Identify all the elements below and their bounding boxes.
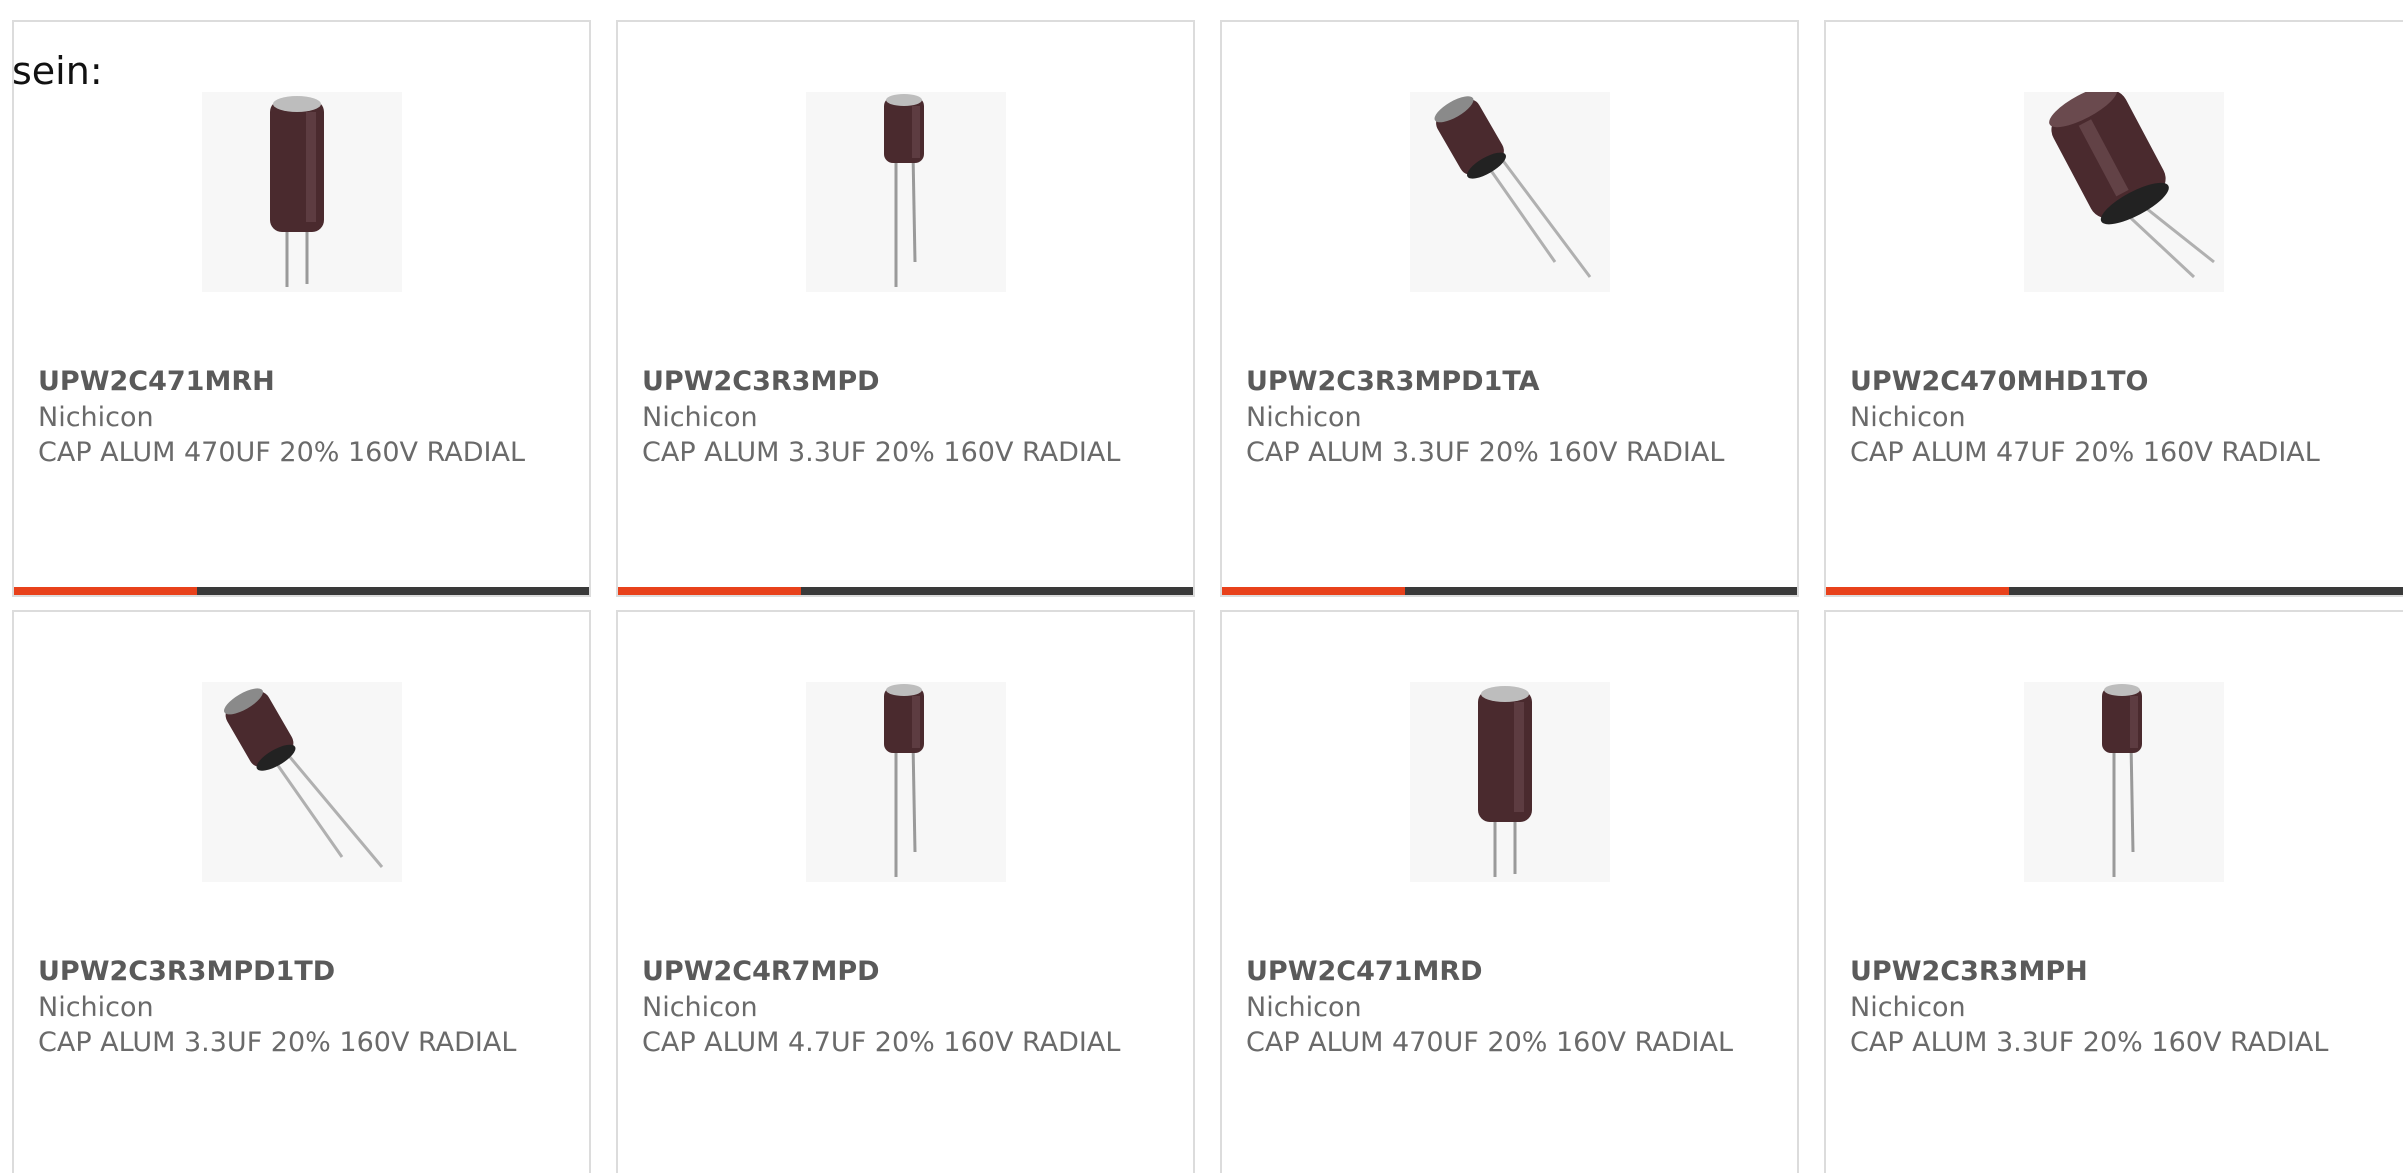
product-card[interactable]: UPW2C3R3MPD1TD Nichicon CAP ALUM 3.3UF 2…	[12, 610, 591, 1173]
product-card[interactable]: UPW2C470MHD1TO Nichicon CAP ALUM 47UF 20…	[1824, 20, 2403, 597]
product-image[interactable]	[805, 682, 1006, 882]
card-bar-accent	[1826, 587, 2009, 595]
part-number[interactable]: UPW2C471MRD	[1246, 956, 1483, 987]
capacitor-small-tilted-icon	[1434, 96, 1591, 278]
manufacturer: Nichicon	[38, 402, 154, 433]
capacitor-small-upright-icon	[2102, 684, 2142, 877]
manufacturer: Nichicon	[642, 402, 758, 433]
description: CAP ALUM 3.3UF 20% 160V RADIAL	[1850, 1027, 2329, 1058]
description: CAP ALUM 470UF 20% 160V RADIAL	[1246, 1027, 1733, 1058]
part-number[interactable]: UPW2C3R3MPH	[1850, 956, 2088, 987]
product-card[interactable]: UPW2C3R3MPH Nichicon CAP ALUM 3.3UF 20% …	[1824, 610, 2403, 1173]
part-number[interactable]: UPW2C471MRH	[38, 366, 275, 397]
product-image[interactable]	[2024, 92, 2224, 292]
product-image[interactable]	[1409, 682, 1610, 882]
manufacturer: Nichicon	[642, 992, 758, 1023]
product-card[interactable]: UPW2C3R3MPD1TA Nichicon CAP ALUM 3.3UF 2…	[1220, 20, 1799, 597]
product-image[interactable]	[2024, 682, 2224, 882]
manufacturer: Nichicon	[1246, 402, 1362, 433]
part-number[interactable]: UPW2C4R7MPD	[642, 956, 880, 987]
description: CAP ALUM 3.3UF 20% 160V RADIAL	[1246, 437, 1725, 468]
capacitor-tall-upright-icon	[1477, 686, 1532, 877]
card-bar-accent	[618, 587, 801, 595]
description: CAP ALUM 47UF 20% 160V RADIAL	[1850, 437, 2320, 468]
capacitor-small-tilted-icon	[223, 688, 383, 868]
card-bottom-bar	[1222, 587, 1797, 595]
capacitor-tall-upright-icon	[269, 96, 324, 287]
intro-text: sein:	[12, 49, 103, 93]
card-bar-accent	[1222, 587, 1405, 595]
card-bottom-bar	[14, 587, 589, 595]
part-number[interactable]: UPW2C3R3MPD1TA	[1246, 366, 1540, 397]
manufacturer: Nichicon	[1850, 402, 1966, 433]
manufacturer: Nichicon	[38, 992, 154, 1023]
card-bar-accent	[14, 587, 197, 595]
product-card[interactable]: UPW2C3R3MPD Nichicon CAP ALUM 3.3UF 20% …	[616, 20, 1195, 597]
part-number[interactable]: UPW2C470MHD1TO	[1850, 366, 2149, 397]
product-image[interactable]	[201, 92, 402, 292]
product-image[interactable]	[805, 92, 1006, 292]
card-bottom-bar	[1826, 587, 2403, 595]
part-number[interactable]: UPW2C3R3MPD1TD	[38, 956, 335, 987]
product-card[interactable]: UPW2C471MRH Nichicon CAP ALUM 470UF 20% …	[12, 20, 591, 597]
manufacturer: Nichicon	[1850, 992, 1966, 1023]
product-card[interactable]: UPW2C4R7MPD Nichicon CAP ALUM 4.7UF 20% …	[616, 610, 1195, 1173]
product-image[interactable]	[1409, 92, 1610, 292]
description: CAP ALUM 3.3UF 20% 160V RADIAL	[38, 1027, 517, 1058]
capacitor-small-upright-icon	[883, 684, 924, 877]
description: CAP ALUM 470UF 20% 160V RADIAL	[38, 437, 525, 468]
description: CAP ALUM 3.3UF 20% 160V RADIAL	[642, 437, 1121, 468]
product-image[interactable]	[201, 682, 402, 882]
product-grid-page: sein: UPW2C471MRH Nichicon CAP ALUM 470U…	[0, 0, 2403, 1173]
capacitor-large-tilted-icon	[2049, 92, 2215, 279]
description: CAP ALUM 4.7UF 20% 160V RADIAL	[642, 1027, 1121, 1058]
manufacturer: Nichicon	[1246, 992, 1362, 1023]
product-card[interactable]: UPW2C471MRD Nichicon CAP ALUM 470UF 20% …	[1220, 610, 1799, 1173]
card-bottom-bar	[618, 587, 1193, 595]
part-number[interactable]: UPW2C3R3MPD	[642, 366, 880, 397]
capacitor-small-upright-icon	[883, 94, 924, 287]
